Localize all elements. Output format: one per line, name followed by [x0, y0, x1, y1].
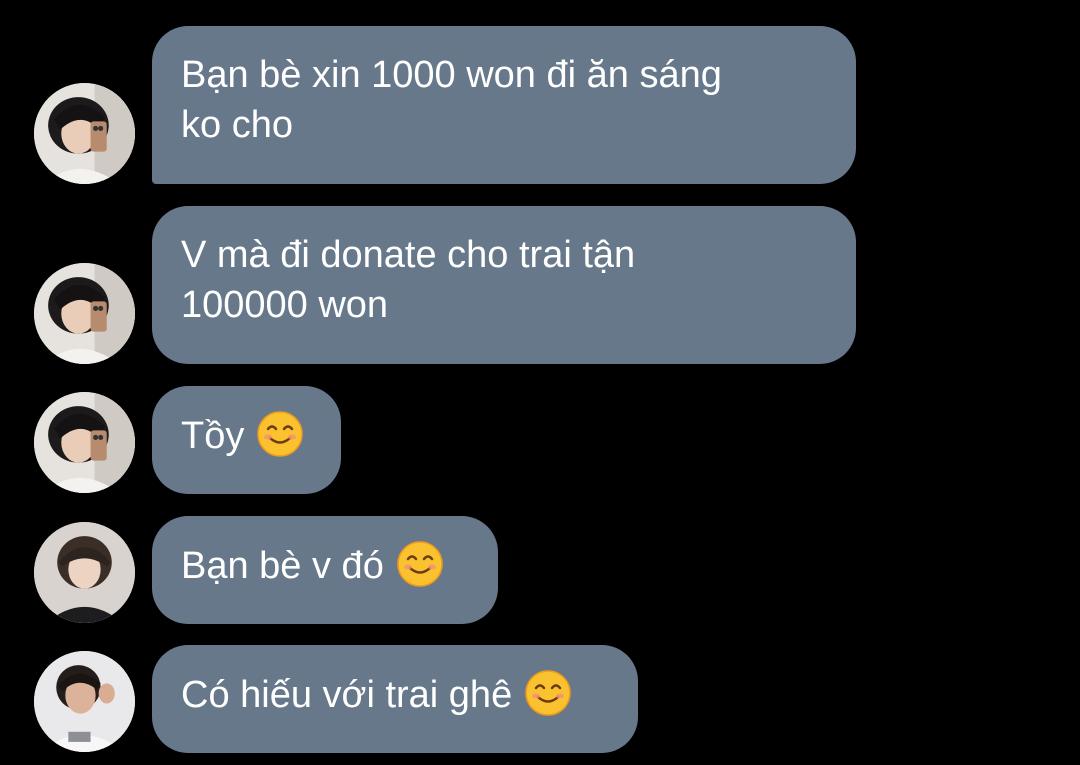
avatar-girl-mirror-selfie-icon — [34, 392, 135, 493]
avatar[interactable] — [34, 522, 135, 623]
avatar-girl-mirror-selfie-icon — [34, 263, 135, 364]
smiling-face-emoji-icon — [256, 410, 304, 458]
smiling-face-emoji-icon — [524, 669, 572, 717]
avatar[interactable] — [34, 392, 135, 493]
chat-thread: Bạn bè xin 1000 won đi ăn sáng ko cho V … — [0, 0, 1080, 765]
avatar[interactable] — [34, 83, 135, 184]
message-text: Tồy — [181, 415, 245, 457]
message-bubble[interactable]: Có hiếu với trai ghê — [152, 645, 638, 753]
smiling-face-emoji-icon — [396, 540, 444, 588]
message-text: Có hiếu với trai ghê — [181, 674, 513, 716]
avatar-boy-portrait-icon — [34, 522, 135, 623]
avatar-girl-mirror-selfie-icon — [34, 83, 135, 184]
message-bubble[interactable]: Bạn bè xin 1000 won đi ăn sáng ko cho — [152, 26, 856, 184]
message-text-line: 100000 won — [181, 284, 389, 326]
message-text: Bạn bè v đó — [181, 545, 384, 587]
message-text-line: ko cho — [181, 104, 293, 146]
message-text-line: Bạn bè xin 1000 won đi ăn sáng — [181, 54, 722, 96]
avatar[interactable] — [34, 651, 135, 752]
avatar-boy-waving-icon — [34, 651, 135, 752]
avatar[interactable] — [34, 263, 135, 364]
message-text-line: V mà đi donate cho trai tận — [181, 234, 636, 276]
message-bubble[interactable]: Bạn bè v đó — [152, 516, 498, 624]
message-bubble[interactable]: V mà đi donate cho trai tận 100000 won — [152, 206, 856, 364]
message-bubble[interactable]: Tồy — [152, 386, 341, 494]
